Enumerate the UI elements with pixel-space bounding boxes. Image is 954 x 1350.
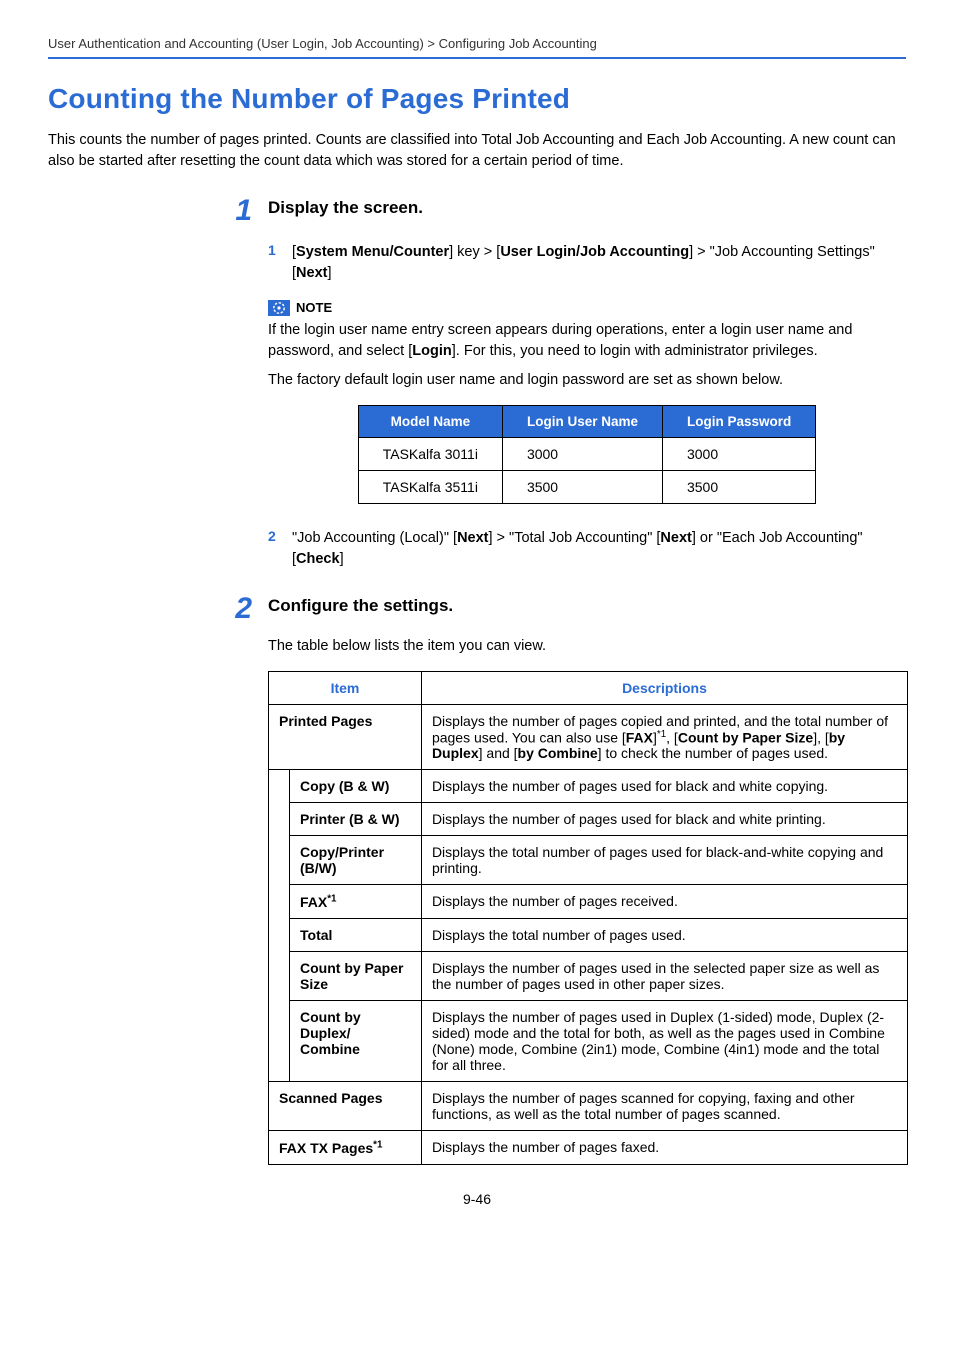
step-number: 1 [228,196,252,226]
items-table: Item Descriptions Printed Pages Displays… [268,671,908,1165]
page-number: 9-46 [48,1191,906,1207]
table-row: Count by Duplex/ Combine Displays the nu… [269,1000,908,1081]
step-intro-text: The table below lists the item you can v… [268,636,906,657]
note-text: If the login user name entry screen appe… [268,320,906,362]
substep-text: [System Menu/Counter] key > [User Login/… [292,242,906,284]
table-row: Total Displays the total number of pages… [269,918,908,951]
table-row: FAX*1 Displays the number of pages recei… [269,885,908,919]
page-title: Counting the Number of Pages Printed [48,83,906,115]
substep-number: 1 [268,242,282,258]
table-row: Copy (B & W) Displays the number of page… [269,770,908,803]
table-row: Scanned Pages Displays the number of pag… [269,1081,908,1130]
breadcrumb: User Authentication and Accounting (User… [48,36,906,51]
substep: 1 [System Menu/Counter] key > [User Logi… [268,242,906,284]
divider [48,57,906,59]
substep-number: 2 [268,528,282,544]
note-block: NOTE If the login user name entry screen… [268,300,906,504]
table-row: Printed Pages Displays the number of pag… [269,704,908,770]
step-heading: Configure the settings. [268,596,453,616]
note-icon [268,300,288,316]
table-row: Printer (B & W) Displays the number of p… [269,803,908,836]
table-row: Count by Paper Size Displays the number … [269,951,908,1000]
step-number: 2 [228,594,252,624]
table-header: Descriptions [421,671,907,704]
table-header: Item [269,671,422,704]
table-row: TASKalfa 3011i 3000 3000 [358,437,816,470]
table-cell: Displays the number of pages copied and … [421,704,907,770]
note-text: The factory default login user name and … [268,370,906,391]
substep-text: "Job Accounting (Local)" [Next] > "Total… [292,528,906,570]
step-heading: Display the screen. [268,198,423,218]
substep: 2 "Job Accounting (Local)" [Next] > "Tot… [268,528,906,570]
table-header: Login Password [662,405,815,437]
note-label: NOTE [296,300,332,315]
table-header: Model Name [358,405,502,437]
login-table: Model Name Login User Name Login Passwor… [358,405,817,504]
table-row: TASKalfa 3511i 3500 3500 [358,470,816,503]
intro-text: This counts the number of pages printed.… [48,130,906,172]
table-row: FAX TX Pages*1 Displays the number of pa… [269,1130,908,1164]
table-row: Copy/Printer (B/W) Displays the total nu… [269,836,908,885]
table-header: Login User Name [502,405,662,437]
